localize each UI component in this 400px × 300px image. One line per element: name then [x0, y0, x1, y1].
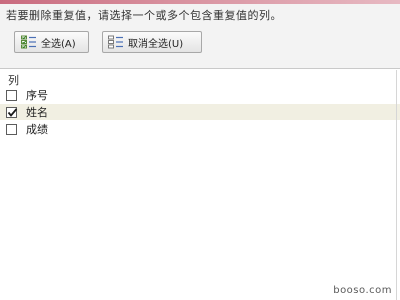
top-accent-strip — [0, 0, 400, 4]
checkbox-xingming[interactable] — [6, 106, 18, 118]
list-item-xuhao[interactable]: 序号 — [0, 87, 400, 103]
checkbox-chengji[interactable] — [6, 123, 17, 135]
checkmark-icon — [7, 107, 18, 117]
column-list-header: 列 — [8, 74, 19, 87]
list-item-xingming[interactable]: 姓名 — [0, 104, 400, 120]
list-item-label: 姓名 — [26, 106, 48, 119]
list-item-label: 序号 — [26, 89, 48, 102]
instruction-text: 若要删除重复值，请选择一个或多个包含重复值的列。 — [6, 9, 282, 22]
deselect-all-label: 取消全选(U) — [128, 38, 184, 50]
deselect-all-button[interactable]: 取消全选(U) — [102, 31, 202, 53]
list-item-chengji[interactable]: 成绩 — [0, 121, 400, 137]
column-list: 列 序号 姓名 成绩 — [0, 68, 400, 300]
select-all-icon — [21, 35, 37, 49]
select-all-label: 全选(A) — [41, 38, 76, 50]
list-item-label: 成绩 — [26, 123, 48, 136]
deselect-all-icon — [108, 35, 124, 49]
list-column-divider — [396, 70, 397, 300]
checkbox-xuhao[interactable] — [6, 89, 17, 101]
watermark: booso.com — [333, 285, 392, 296]
select-all-button[interactable]: 全选(A) — [14, 31, 89, 53]
